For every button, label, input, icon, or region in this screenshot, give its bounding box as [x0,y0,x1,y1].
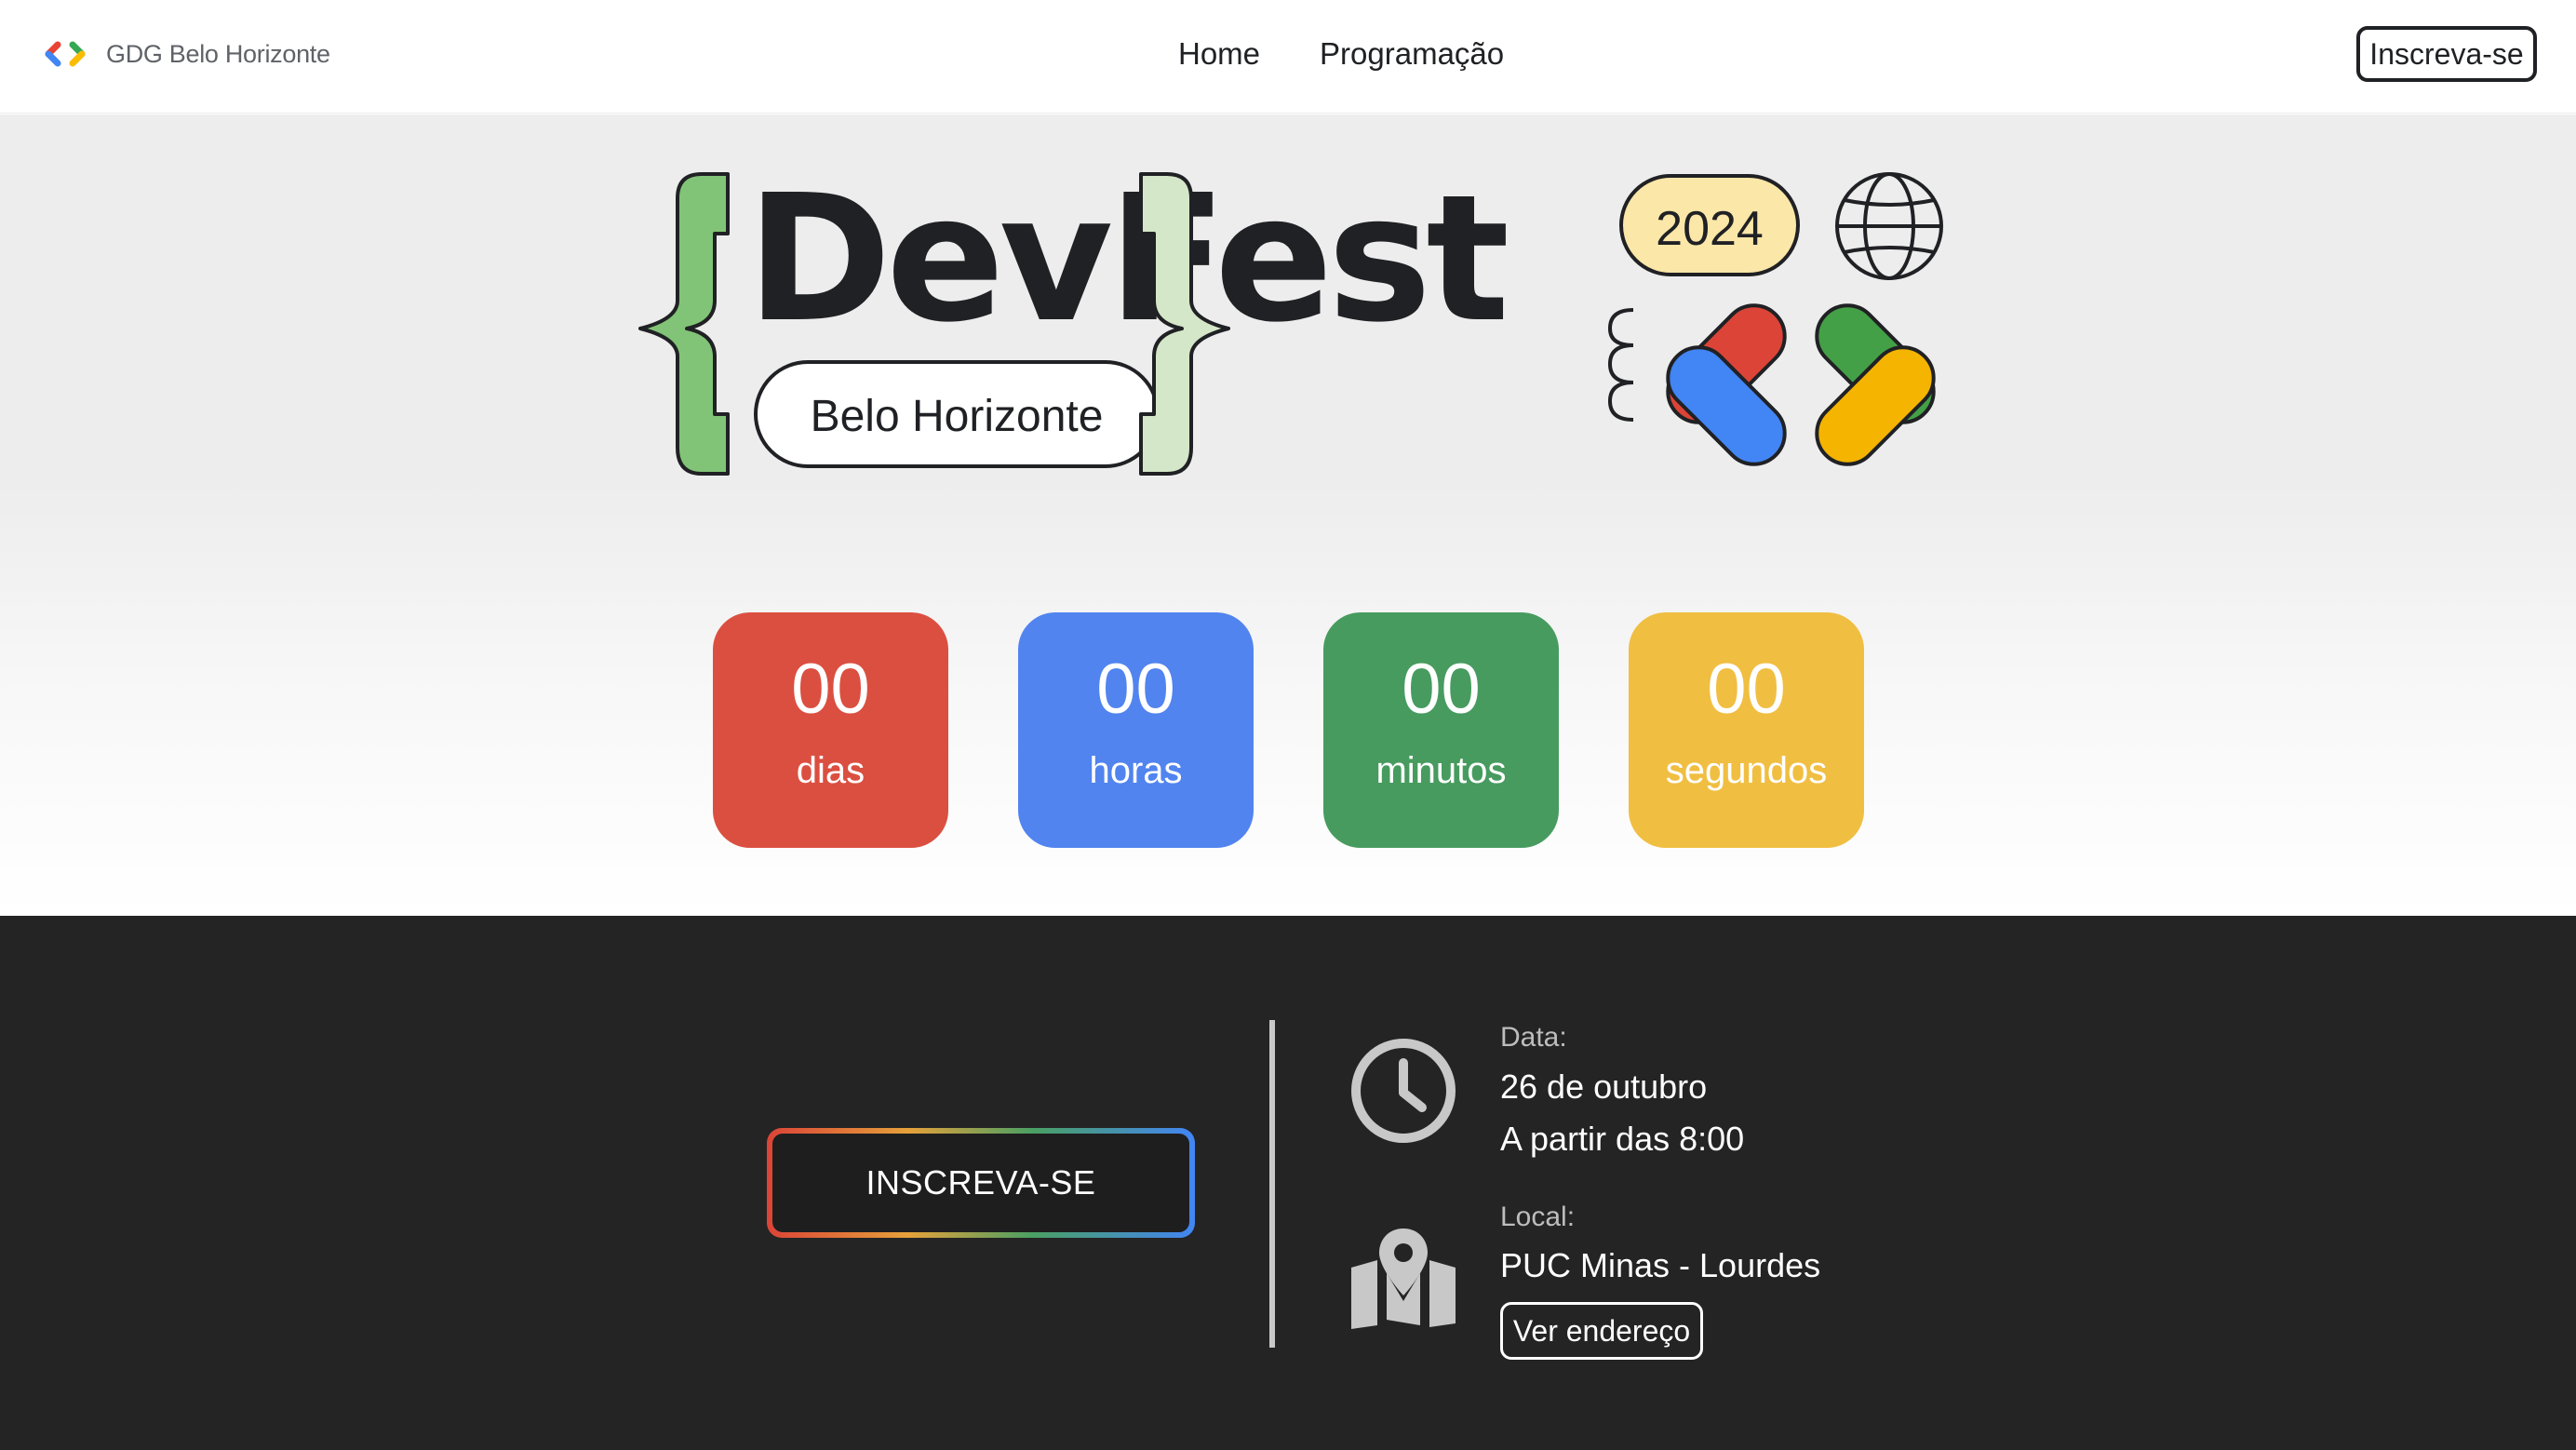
map-pin-icon [1351,1228,1456,1329]
countdown-seconds: 00 segundos [1629,612,1864,848]
squiggle-decoration [1607,308,1634,422]
google-dev-chevron-icon [1666,303,1936,466]
nav-link-programacao[interactable]: Programação [1320,32,1504,76]
globe-icon [1835,172,1943,280]
location-value: PUC Minas - Lourdes [1500,1246,1821,1284]
brand[interactable]: GDG Belo Horizonte [45,35,330,73]
gdg-logo-icon [45,41,86,67]
view-address-button[interactable]: Ver endereço [1500,1302,1703,1360]
countdown-days-label: dias [796,750,865,791]
banner-city: Belo Horizonte [811,392,1104,441]
countdown-hours-label: horas [1089,750,1183,791]
devfest-banner: DevFest Belo Horizonte 2024 [638,170,1943,476]
date-label: Data: [1500,1022,1567,1053]
location-label: Local: [1500,1202,1576,1232]
vertical-divider [1269,1020,1275,1348]
countdown-minutes: 00 minutos [1323,612,1559,848]
event-info-section: INSCREVA-SE Data: 26 de outubro A partir… [0,916,2576,1450]
nav-register-button[interactable]: Inscreva-se [2356,26,2537,82]
countdown-days-value: 00 [791,650,870,729]
countdown-seconds-value: 00 [1707,650,1786,729]
hero-section: DevFest Belo Horizonte 2024 00 dias 00 h… [0,114,2576,916]
banner-year: 2024 [1656,202,1764,256]
time-value: A partir das 8:00 [1500,1120,1745,1158]
brand-name: GDG Belo Horizonte [106,39,330,68]
register-button[interactable]: INSCREVA-SE [767,1128,1195,1238]
countdown: 00 dias 00 horas 00 minutos 00 segundos [713,612,1864,848]
register-button-label: INSCREVA-SE [772,1134,1189,1232]
banner-title: DevFest [746,170,1506,361]
countdown-hours: 00 horas [1018,612,1254,848]
top-navbar: GDG Belo Horizonte Home Programação Insc… [0,0,2576,114]
countdown-minutes-value: 00 [1402,650,1481,729]
date-value: 26 de outubro [1500,1067,1708,1106]
main-nav: Home Programação [1178,32,1563,76]
nav-link-home[interactable]: Home [1178,32,1260,76]
countdown-hours-value: 00 [1096,650,1175,729]
clock-icon [1351,1039,1456,1143]
countdown-seconds-label: segundos [1665,750,1828,791]
left-brace-icon [638,172,730,476]
countdown-minutes-label: minutos [1375,750,1507,791]
countdown-days: 00 dias [713,612,948,848]
